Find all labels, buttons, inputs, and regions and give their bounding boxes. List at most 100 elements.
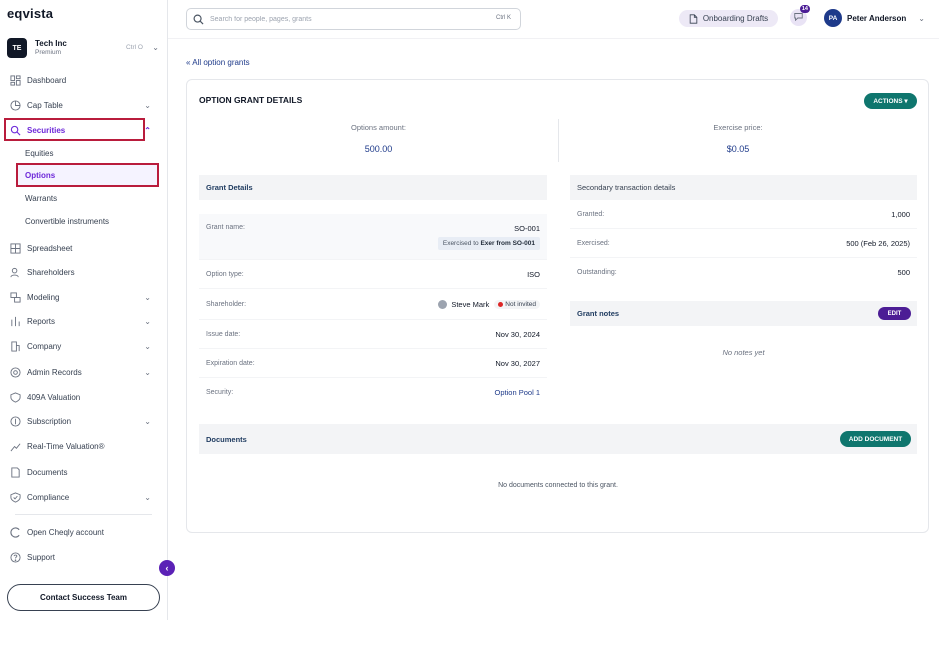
grant-name-value: SO-001	[514, 224, 540, 233]
documents-heading: Documents ADD DOCUMENT	[199, 424, 917, 454]
options-amount-value: 500.00	[364, 144, 393, 154]
sidebar-item-label: Company	[27, 341, 62, 351]
sidebar-sub-equities[interactable]: Equities	[25, 144, 53, 162]
onboarding-drafts-button[interactable]: Onboarding Drafts	[679, 10, 778, 27]
grant-name-label: Grant name:	[206, 224, 245, 231]
app-logo[interactable]: eqvista	[7, 6, 53, 21]
collapse-sidebar-icon[interactable]: ‹	[159, 560, 175, 576]
sidebar-item-compliance[interactable]: Compliance ⌄	[0, 487, 167, 507]
sidebar-divider	[15, 514, 152, 515]
notes-empty-text: No notes yet	[722, 348, 765, 357]
pie-icon	[10, 99, 21, 111]
sidebar-item-409a-valuation[interactable]: 409A Valuation	[0, 387, 167, 407]
sidebar-item-label: Real-Time Valuation®	[27, 441, 105, 451]
avatar: PA	[824, 9, 842, 27]
sidebar-item-documents[interactable]: Documents	[0, 462, 167, 482]
sidebar-sub-convertible[interactable]: Convertible instruments	[25, 212, 109, 230]
page-title: OPTION GRANT DETAILS	[199, 95, 303, 105]
sidebar-item-label: Subscription	[27, 416, 72, 426]
sidebar-item-label: Spreadsheet	[27, 243, 73, 253]
option-type-value: ISO	[527, 269, 540, 279]
exercise-price-stat: Exercise price: $0.05	[559, 123, 917, 154]
chat-icon	[794, 12, 803, 23]
dashboard-icon	[10, 74, 21, 86]
sidebar-item-modeling[interactable]: Modeling ⌄	[0, 287, 167, 307]
sidebar-item-company[interactable]: Company ⌄	[0, 336, 167, 356]
outstanding-label: Outstanding:	[577, 269, 617, 276]
chevron-down-icon: ⌄	[144, 416, 151, 426]
sidebar-item-open-cheqly[interactable]: Open Cheqly account	[0, 522, 167, 542]
contact-success-team-button[interactable]: Contact Success Team	[7, 584, 160, 611]
sidebar-item-label: Shareholders	[27, 267, 75, 277]
sidebar-item-cap-table[interactable]: Cap Table ⌄	[0, 95, 167, 115]
edit-notes-button[interactable]: EDIT	[878, 307, 911, 320]
granted-row: Granted: 1,000	[570, 200, 917, 229]
notification-count-badge: 14	[799, 5, 810, 13]
sidebar-item-subscription[interactable]: Subscription ⌄	[0, 411, 167, 431]
outstanding-row: Outstanding: 500	[570, 258, 917, 287]
grant-notes-heading: Grant notes EDIT	[570, 301, 917, 326]
sidebar-item-securities[interactable]: Securities ⌃	[0, 120, 167, 140]
outstanding-value: 500	[897, 268, 910, 277]
actions-button[interactable]: ACTIONS ▾	[864, 93, 917, 109]
chart-icon	[10, 441, 21, 452]
grant-notes-title: Grant notes	[577, 309, 620, 318]
sidebar-item-reports[interactable]: Reports ⌄	[0, 311, 167, 331]
notifications-button[interactable]: 14	[790, 5, 810, 26]
sidebar-item-dashboard[interactable]: Dashboard	[0, 70, 167, 90]
expiration-date-label: Expiration date:	[206, 359, 255, 367]
sidebar-item-label: Compliance	[27, 492, 70, 502]
expiration-date-value: Nov 30, 2027	[495, 358, 540, 368]
sidebar-item-label: Support	[27, 552, 56, 562]
sidebar-item-support[interactable]: Support	[0, 547, 167, 567]
all-option-grants-link[interactable]: « All option grants	[186, 58, 250, 67]
chevron-down-icon: ⌄	[144, 492, 151, 502]
sidebar-item-label: Dashboard	[27, 75, 67, 85]
sidebar-item-label: Modeling	[27, 292, 60, 302]
company-avatar: TE	[7, 38, 27, 58]
user-menu[interactable]: PA Peter Anderson ⌄	[824, 9, 925, 27]
company-switcher[interactable]: TE Tech Inc Premium Ctrl O ⌄	[7, 36, 161, 60]
sidebar-item-label: Reports	[27, 316, 56, 326]
shareholder-row: Shareholder: Steve Mark Not invited	[199, 289, 547, 320]
company-shortcut: Ctrl O	[126, 44, 143, 51]
exercised-value: 500 (Feb 26, 2025)	[846, 238, 910, 248]
dollar-icon	[10, 415, 21, 427]
issue-date-label: Issue date:	[206, 330, 241, 338]
exercised-to-badge[interactable]: Exercised to Exer from SO-001	[437, 237, 540, 250]
sidebar-item-shareholders[interactable]: Shareholders	[0, 262, 167, 282]
exercised-row: Exercised: 500 (Feb 26, 2025)	[570, 229, 917, 258]
status-badge: Not invited	[494, 299, 540, 309]
shareholder-value[interactable]: Steve Mark Not invited	[438, 299, 540, 309]
exercised-label: Exercised:	[577, 239, 610, 247]
chevron-down-icon: ⌄	[918, 13, 925, 23]
sidebar-item-label: 409A Valuation	[27, 392, 81, 402]
avatar	[438, 299, 448, 309]
granted-label: Granted:	[577, 210, 605, 218]
secondary-transaction-heading: Secondary transaction details	[570, 175, 917, 200]
sidebar-sub-options[interactable]: Options	[25, 166, 55, 184]
sidebar-item-admin-records[interactable]: Admin Records ⌄	[0, 362, 167, 382]
onboarding-drafts-label: Onboarding Drafts	[702, 14, 769, 23]
security-link[interactable]: Option Pool 1	[495, 388, 540, 397]
add-document-button[interactable]: ADD DOCUMENT	[840, 431, 911, 447]
help-icon	[10, 551, 21, 563]
sidebar-item-label: Admin Records	[27, 367, 82, 377]
grant-name-row: Grant name: SO-001 Exercised to Exer fro…	[199, 214, 547, 260]
securities-icon	[10, 125, 21, 136]
shareholder-label: Shareholder:	[206, 300, 247, 308]
sidebar-item-real-time-valuation[interactable]: Real-Time Valuation®	[0, 436, 167, 456]
issue-date-row: Issue date: Nov 30, 2024	[199, 320, 547, 349]
search-bar[interactable]: Ctrl K	[186, 8, 521, 30]
option-type-row: Option type: ISO	[199, 260, 547, 289]
sidebar-item-label: Documents	[27, 467, 68, 477]
admin-icon	[10, 366, 21, 378]
sidebar-item-spreadsheet[interactable]: Spreadsheet	[0, 238, 167, 258]
grant-details-heading: Grant Details	[199, 175, 547, 200]
sidebar-sub-warrants[interactable]: Warrants	[25, 189, 57, 207]
expiration-date-row: Expiration date: Nov 30, 2027	[199, 349, 547, 378]
document-icon	[689, 13, 698, 24]
chevron-down-icon: ⌄	[152, 43, 159, 52]
documents-empty-text: No documents connected to this grant.	[498, 482, 618, 489]
search-input[interactable]	[210, 15, 480, 23]
